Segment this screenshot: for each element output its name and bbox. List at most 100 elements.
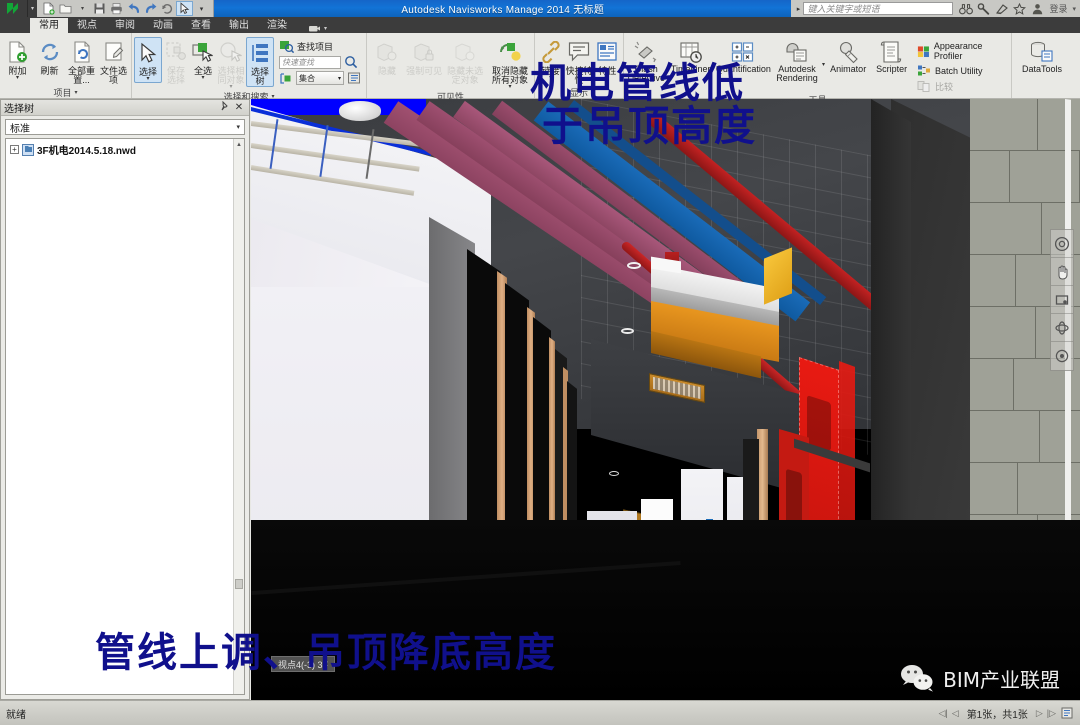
open-icon[interactable] [57, 1, 74, 16]
animator-button[interactable]: Animator [826, 37, 870, 74]
pin-icon[interactable] [218, 100, 232, 114]
compare-item[interactable]: 比较 [917, 80, 1007, 93]
tab-viewpoint[interactable]: 视点 [68, 18, 106, 33]
window-title: Autodesk Navisworks Manage 2014 无标题 [214, 0, 792, 17]
animator-icon [835, 39, 861, 65]
force-visible-label: 强制可见 [406, 66, 443, 76]
user-icon[interactable] [1029, 1, 1046, 16]
undo-icon[interactable] [125, 1, 142, 16]
tray-dropdown-icon[interactable]: ▾ [1068, 5, 1076, 13]
project-dropdown-icon[interactable]: ▾ [75, 89, 78, 96]
annotation-top-line1: 机电管线低 [530, 59, 745, 107]
satellite-icon[interactable] [993, 1, 1010, 16]
unhide-all-button[interactable]: 取消隐藏所有对象 ▾ [488, 37, 532, 90]
tab-animation[interactable]: 动画 [144, 18, 182, 33]
signin-label[interactable]: 登录 [1047, 2, 1067, 15]
search-controls: 查找项目 快速查找 集合 ▾ [275, 37, 364, 85]
scripter-button[interactable]: Scripter [871, 37, 912, 74]
selection-tree-list[interactable]: + 3F机电2014.5.18.nwd ▲ [5, 138, 245, 695]
sets-select[interactable]: 集合 ▾ [296, 71, 344, 85]
autodesk-rendering-caret-icon[interactable]: ▾ [822, 37, 825, 68]
batch-utility-label: Batch Utility [934, 65, 983, 76]
tab-output[interactable]: 输出 [220, 18, 258, 33]
appearance-profiler-item[interactable]: Appearance Profiler [917, 41, 1007, 61]
last-sheet-icon[interactable]: |▷ [1047, 708, 1056, 719]
quick-find-row: 快速查找 [279, 55, 362, 69]
sheet-browser-icon[interactable] [1060, 706, 1074, 720]
select-all-caret-icon[interactable]: ▾ [201, 75, 204, 81]
select-all-button[interactable]: 全选 ▾ [190, 37, 216, 81]
sheet-label: 第1张，共1张 [966, 709, 1028, 721]
reset-all-button[interactable]: 全部重置... [66, 37, 97, 85]
tab-home[interactable]: 常用 [30, 18, 68, 33]
tab-camera-group[interactable]: ▾ [296, 24, 327, 33]
select-same-caret-icon[interactable]: ▾ [229, 84, 232, 90]
force-visible-button[interactable]: 强制可见 [406, 37, 442, 76]
file-options-icon [101, 39, 127, 65]
refresh-circular-icon [37, 39, 63, 65]
find-items-row[interactable]: 查找项目 [279, 39, 362, 53]
print-icon[interactable] [108, 1, 125, 16]
prev-sheet-icon[interactable]: ◁ [952, 708, 959, 719]
application-menu-button[interactable] [0, 0, 28, 17]
pan-hand-icon[interactable] [1051, 258, 1073, 286]
batch-utility-item[interactable]: Batch Utility [917, 64, 1007, 77]
attach-file-icon [5, 39, 31, 65]
save-icon[interactable] [91, 1, 108, 16]
star-icon[interactable] [1011, 1, 1028, 16]
refresh-button[interactable]: 刷新 [34, 37, 65, 76]
close-icon[interactable]: ✕ [232, 102, 246, 113]
selection-tree-mode-select[interactable]: 标准 ▾ [5, 119, 245, 135]
quick-find-search-icon[interactable] [344, 55, 358, 69]
tree-node-label: 3F机电2014.5.18.nwd [37, 146, 136, 157]
wrench-icon[interactable] [975, 1, 992, 16]
file-options-button[interactable]: 文件选项 [98, 37, 129, 85]
tray-icons: 登录 ▾ [953, 0, 1080, 17]
select-icon[interactable] [176, 1, 193, 16]
look-around-icon[interactable] [1051, 342, 1073, 370]
first-sheet-icon[interactable]: ◁| [939, 708, 948, 719]
open-dropdown-icon[interactable]: ▾ [74, 1, 91, 16]
next-sheet-icon[interactable]: ▷ [1036, 708, 1043, 719]
selection-tree-button[interactable]: 选择树 [246, 37, 274, 87]
save-selection-button[interactable]: 保存选择 [163, 37, 189, 85]
tab-review[interactable]: 审阅 [106, 18, 144, 33]
select-same-button[interactable]: 选择相同对象 ▾ [217, 37, 245, 90]
refresh-icon[interactable] [159, 1, 176, 16]
hide-unselected-button[interactable]: 隐藏未选定对象 [443, 37, 487, 85]
annotation-top: 机电管线低 于吊顶高度 [530, 59, 757, 148]
autodesk-rendering-button[interactable]: Autodesk Rendering [773, 37, 821, 83]
search-input[interactable]: 键入关键字或短语 [803, 2, 954, 15]
scroll-thumb[interactable] [235, 579, 243, 589]
qat-dropdown-icon[interactable]: ▾ [193, 1, 210, 16]
redo-icon[interactable] [142, 1, 159, 16]
manage-sets-icon[interactable] [347, 71, 362, 85]
force-visible-icon [411, 39, 437, 65]
select-tool-caret-icon[interactable]: ▾ [146, 76, 149, 82]
orbit-icon[interactable] [1051, 314, 1073, 342]
search-expand-icon[interactable]: ▸ [793, 5, 803, 13]
tree-node-root[interactable]: + 3F机电2014.5.18.nwd [6, 139, 244, 160]
hide-button[interactable]: 隐藏 [369, 37, 405, 76]
attach-button[interactable]: 附加 ▾ [2, 37, 33, 81]
tab-view[interactable]: 查看 [182, 18, 220, 33]
binoculars-icon[interactable] [957, 1, 974, 16]
navigation-bar[interactable] [1050, 229, 1074, 371]
zoom-window-icon[interactable] [1051, 286, 1073, 314]
3d-viewport[interactable]: 视点4(-3) 3F [251, 99, 1080, 700]
app-menu-caret-icon[interactable]: ▾ [28, 0, 37, 17]
ribbon-group-datatools: DataTools [1012, 33, 1072, 98]
tab-render[interactable]: 渲染 [258, 18, 296, 33]
quick-find-input[interactable]: 快速查找 [279, 55, 341, 69]
camera-caret-icon[interactable]: ▾ [324, 25, 327, 32]
ribbon-tab-bar: 常用 视点 审阅 动画 查看 输出 渲染 ▾ [0, 17, 1080, 33]
attach-caret-icon[interactable]: ▾ [16, 75, 19, 81]
tree-scrollbar[interactable]: ▲ [233, 139, 244, 694]
title-bar: ▾ ▾ ▾ Autodesk Navisworks Manage 2014 无标… [0, 0, 1080, 17]
steering-wheel-icon[interactable] [1051, 230, 1073, 258]
datatools-button[interactable]: DataTools [1014, 37, 1070, 74]
scroll-up-icon[interactable]: ▲ [234, 139, 244, 150]
new-icon[interactable] [40, 1, 57, 16]
select-tool-button[interactable]: 选择 ▾ [134, 37, 162, 83]
expand-icon[interactable]: + [10, 145, 19, 154]
